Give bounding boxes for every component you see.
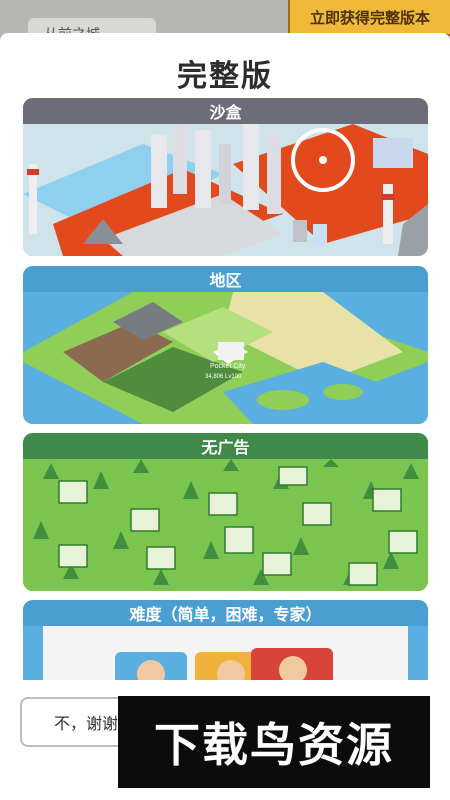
- modal-title: 完整版: [177, 59, 273, 94]
- watermark-overlay: 下载鸟资源: [118, 696, 430, 788]
- get-full-version-button[interactable]: 立即获得完整版本: [288, 0, 450, 36]
- map-city-stats: 34,806 Lv100: [205, 374, 242, 380]
- sandbox-card-header: 沙盒: [23, 98, 428, 124]
- region-card: 地区 Pocket City 34,806 Lv100: [23, 266, 428, 424]
- sandbox-card: 沙盒: [23, 98, 428, 256]
- no-ads-card-header: 无广告: [23, 433, 428, 459]
- map-city-name: Pocket City: [210, 363, 246, 370]
- difficulty-card-header: 难度（简单，困难，专家）: [23, 600, 428, 626]
- map-illustration: Pocket City 34,806 Lv100: [23, 292, 428, 424]
- city-illustration: [23, 124, 428, 256]
- money-forest-illustration: [23, 459, 428, 591]
- region-card-header: 地区: [23, 266, 428, 292]
- full-version-modal: 完整版 沙盒 地区 Pocket City 34,806 Lv100 无广告 难…: [0, 33, 450, 753]
- no-ads-card: 无广告: [23, 433, 428, 591]
